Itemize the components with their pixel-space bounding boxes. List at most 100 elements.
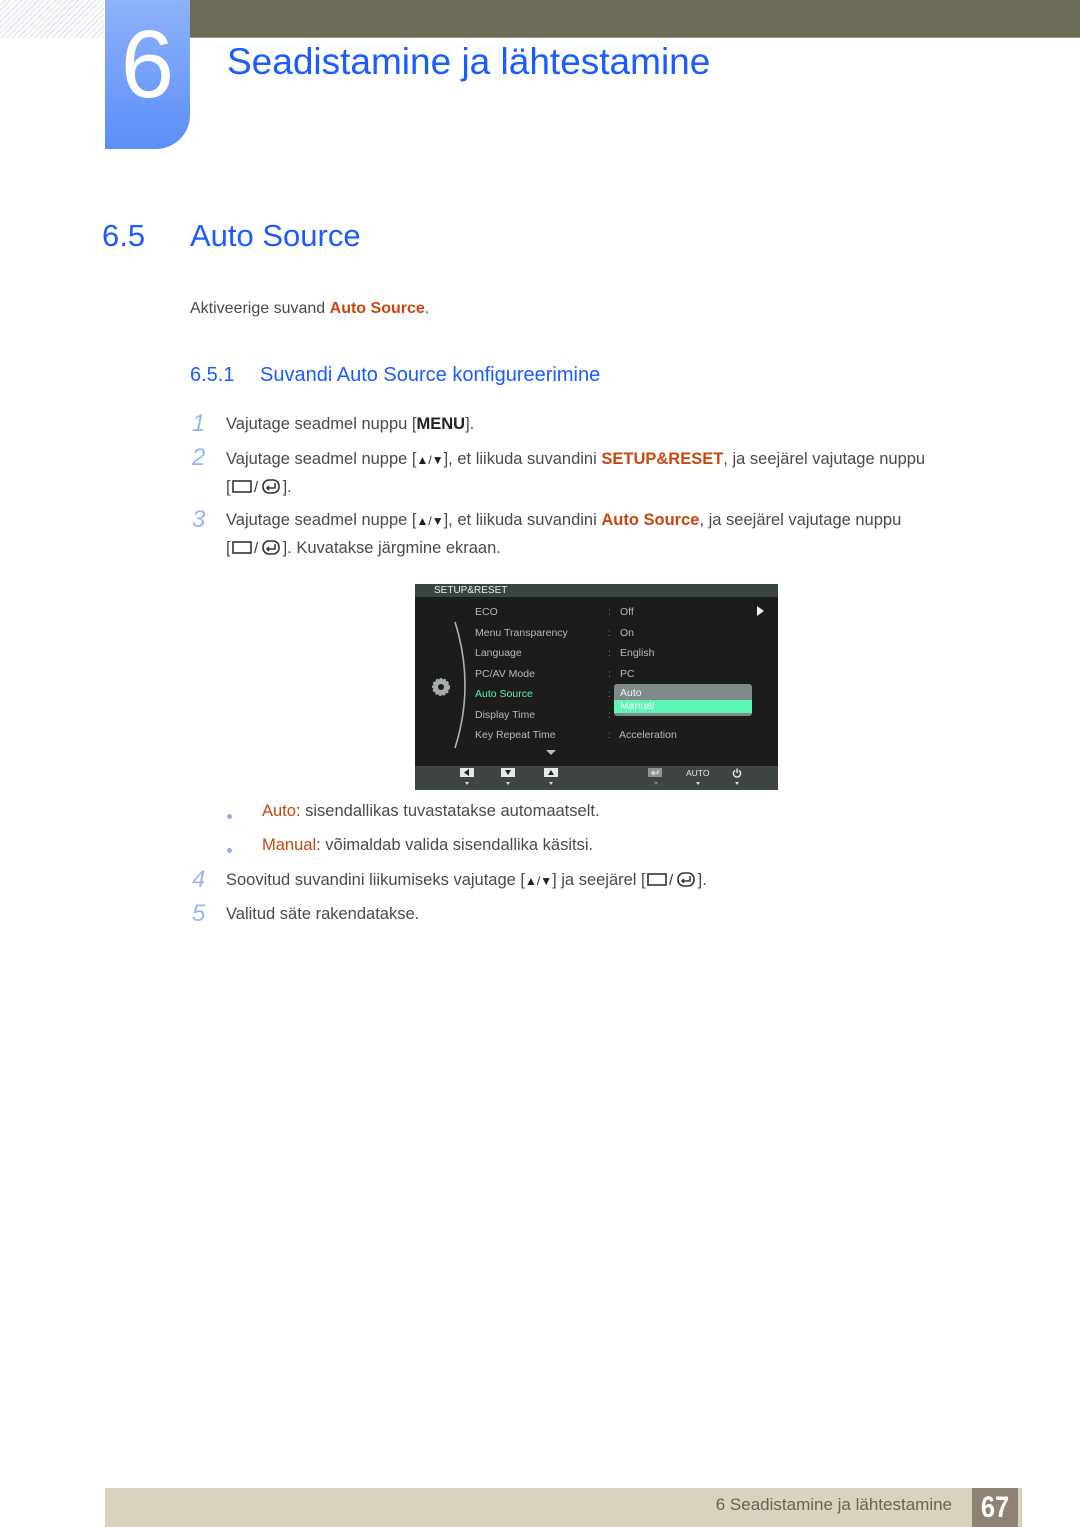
submenu-arrow-icon xyxy=(757,606,764,616)
bullet-dot xyxy=(227,848,232,853)
bullet-dot xyxy=(227,814,232,819)
osd-menu-screenshot: SETUP&RESET ECO : Off Menu Transparency … xyxy=(415,584,778,790)
step-text-part: ]. Kuvatakse järgmine ekraan. xyxy=(282,539,501,557)
osd-colon: : xyxy=(608,648,611,659)
intro-paragraph: Aktiveerige suvand Auto Source. xyxy=(190,298,429,320)
header-bar xyxy=(190,0,1080,38)
source-enter-icon: / xyxy=(231,538,283,562)
step-number: 2 xyxy=(192,444,206,471)
osd-colon: : xyxy=(608,710,611,721)
step-text-part: Vajutage seadmel nuppe [ xyxy=(226,450,417,468)
step-text-part: , ja seejärel vajutage nuppu xyxy=(699,511,902,529)
osd-item-pc-av-mode[interactable]: PC/AV Mode xyxy=(475,668,535,681)
svg-text:/: / xyxy=(669,872,674,888)
setup-reset-highlight: SETUP&RESET xyxy=(601,450,724,468)
step-5-text: Valitud säte rakendatakse. xyxy=(226,905,420,923)
enter-button-icon[interactable] xyxy=(648,768,662,777)
intro-highlight: Auto Source xyxy=(329,300,425,317)
chapter-tab: 6 xyxy=(105,0,190,149)
step-text-part: , ja seejärel vajutage nuppu xyxy=(723,450,926,468)
step-text-part: ]. xyxy=(282,478,292,496)
auto-button[interactable]: AUTO xyxy=(686,767,709,779)
step-text-part: ], et liikuda suvandini xyxy=(443,511,602,529)
step-text-part: Soovitud suvandini liikumiseks vajutage … xyxy=(226,871,525,889)
osd-value-pc-av-mode: PC xyxy=(620,668,635,680)
step-3-text: Vajutage seadmel nuppe [▲/▼], et liikuda… xyxy=(226,509,901,532)
step-number: 4 xyxy=(192,866,206,893)
bullet-manual: Manual: võimaldab valida sisendallika kä… xyxy=(262,834,593,856)
osd-colon: : xyxy=(608,730,611,741)
button-marker xyxy=(654,782,658,785)
osd-value-menu-transparency: On xyxy=(620,627,635,639)
source-enter-icon: / xyxy=(646,870,698,894)
osd-value-eco: Off xyxy=(620,606,634,618)
auto-source-highlight: Auto Source xyxy=(601,511,700,529)
osd-arc-decoration xyxy=(454,621,466,749)
osd-colon: : xyxy=(608,607,611,618)
step-number: 3 xyxy=(192,506,206,533)
gear-icon xyxy=(432,678,450,696)
bullet-description: : võimaldab valida sisendallika käsitsi. xyxy=(316,836,594,854)
chapter-number: 6 xyxy=(120,11,175,118)
bullet-description: : sisendallikas tuvastatakse automaatsel… xyxy=(295,802,600,820)
osd-colon: : xyxy=(608,628,611,639)
button-marker xyxy=(735,782,739,785)
up-down-arrow-icon: ▲/▼ xyxy=(525,874,553,888)
step-text-part: ], et liikuda suvandini xyxy=(443,450,602,468)
osd-item-menu-transparency[interactable]: Menu Transparency xyxy=(475,627,568,640)
subsection-title: Suvandi Auto Source konfigureerimine xyxy=(260,364,601,386)
step-number: 1 xyxy=(192,410,206,437)
footer-chapter-title: 6 Seadistamine ja lähtestamine xyxy=(715,1495,952,1514)
osd-item-key-repeat-time[interactable]: Key Repeat Time xyxy=(475,729,556,742)
menu-key-label: MENU xyxy=(416,415,466,433)
section-number: 6.5 xyxy=(102,218,146,253)
step-text-part: ] ja seejärel [ xyxy=(552,871,646,889)
bullet-term: Auto xyxy=(262,802,296,820)
dropdown-option-manual[interactable]: Manual xyxy=(614,700,752,713)
step-number: 5 xyxy=(192,900,206,927)
button-marker xyxy=(549,782,553,785)
osd-header: SETUP&RESET xyxy=(415,584,778,597)
osd-item-auto-source[interactable]: Auto Source xyxy=(475,688,533,701)
chapter-title: Seadistamine ja lähtestamine xyxy=(227,41,711,82)
up-button-icon[interactable] xyxy=(544,768,558,777)
osd-value-key-repeat-time: Acceleration xyxy=(619,729,677,741)
button-marker xyxy=(696,782,700,785)
step-4-text: Soovitud suvandini liikumiseks vajutage … xyxy=(226,869,707,894)
step-2-text: Vajutage seadmel nuppe [▲/▼], et liikuda… xyxy=(226,448,925,471)
osd-button-bar: AUTO xyxy=(415,766,778,790)
osd-colon: : xyxy=(608,689,611,700)
svg-text:/: / xyxy=(254,540,259,556)
bullet-term: Manual xyxy=(262,836,317,854)
step-1-text: Vajutage seadmel nuppu [MENU]. xyxy=(226,413,474,435)
up-down-arrow-icon: ▲/▼ xyxy=(416,453,444,467)
header-hatch-decoration xyxy=(0,0,104,38)
dropdown-option-auto[interactable]: Auto xyxy=(614,687,752,700)
osd-value-language: English xyxy=(620,647,655,659)
step-text-part: Vajutage seadmel nuppu [ xyxy=(226,415,417,433)
auto-source-dropdown[interactable]: Auto Manual xyxy=(614,684,752,716)
bullet-auto: Auto: sisendallikas tuvastatakse automaa… xyxy=(262,800,600,822)
down-button-icon[interactable] xyxy=(501,768,515,777)
left-button-icon[interactable] xyxy=(460,768,474,777)
subsection-number: 6.5.1 xyxy=(190,364,235,386)
source-enter-icon: / xyxy=(231,477,283,501)
section-title: Auto Source xyxy=(190,218,361,253)
up-down-arrow-icon: ▲/▼ xyxy=(416,514,444,528)
page-number: 67 xyxy=(972,1488,1018,1527)
osd-item-language[interactable]: Language xyxy=(475,647,522,660)
button-marker xyxy=(506,782,510,785)
step-3-text-line2: [/]. Kuvatakse järgmine ekraan. xyxy=(226,537,501,562)
osd-item-eco[interactable]: ECO xyxy=(475,606,498,619)
step-text-part: Vajutage seadmel nuppe [ xyxy=(226,511,417,529)
scroll-down-icon xyxy=(546,750,556,755)
step-text-part: ]. xyxy=(697,871,707,889)
osd-colon: : xyxy=(608,669,611,680)
power-icon[interactable] xyxy=(732,768,742,778)
osd-item-display-time[interactable]: Display Time xyxy=(475,709,535,722)
button-marker xyxy=(465,782,469,785)
step-text-part: ]. xyxy=(465,415,475,433)
svg-text:/: / xyxy=(254,479,259,495)
step-2-text-line2: [/]. xyxy=(226,476,292,501)
intro-suffix: . xyxy=(424,300,430,317)
